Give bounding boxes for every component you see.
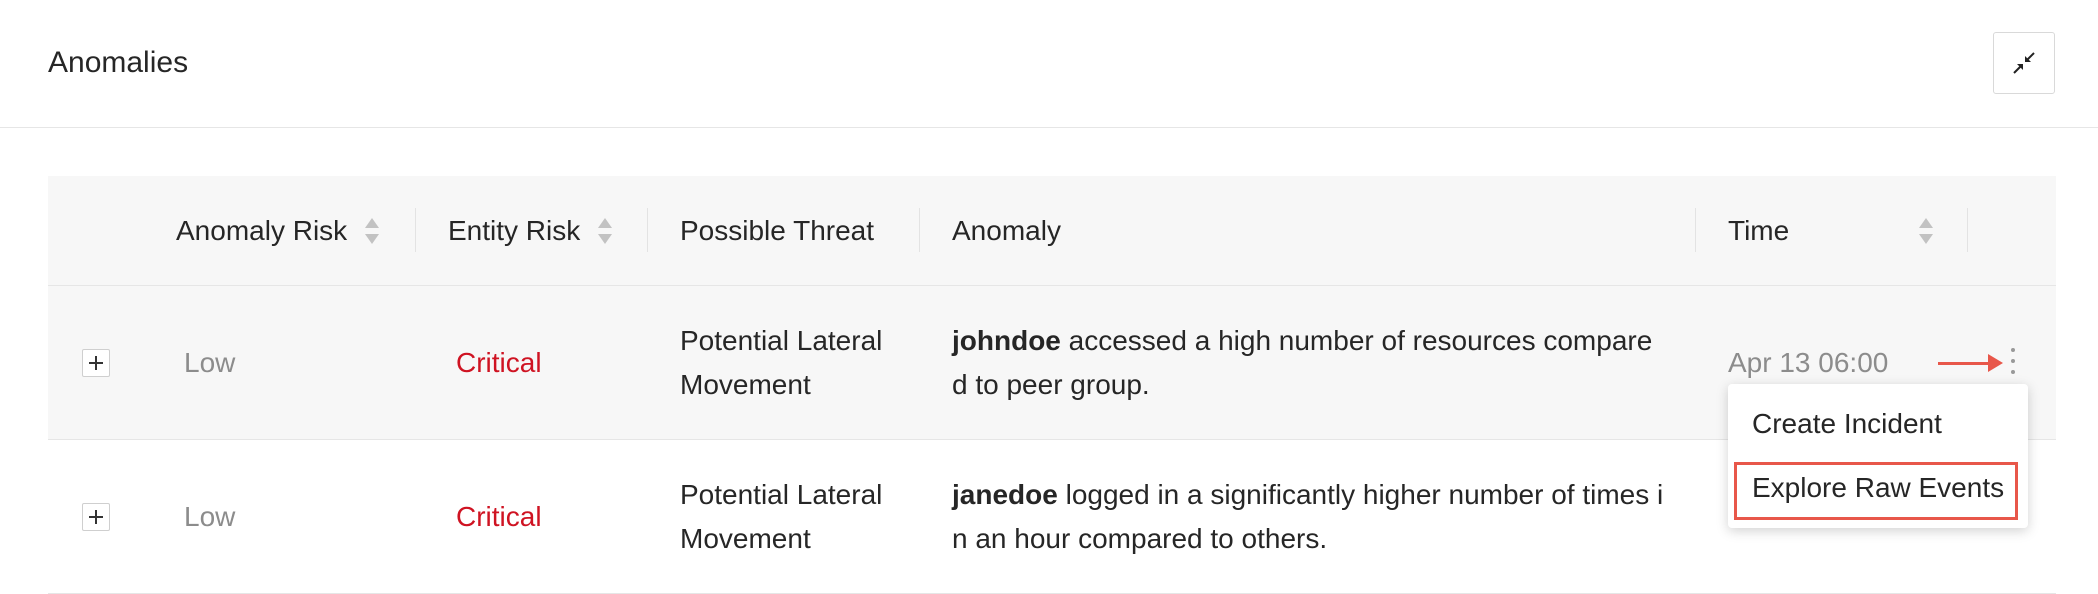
- threat-line: Potential Lateral: [680, 325, 883, 356]
- panel-header: Anomalies: [0, 0, 2098, 128]
- anomaly-description-cell: janedoe logged in a significantly higher…: [952, 473, 1722, 561]
- description-text: accessed a high number of resources comp…: [1060, 325, 1653, 356]
- column-header-time[interactable]: Time: [1728, 176, 1789, 286]
- time-cell: Apr 13 06:00: [1728, 347, 1889, 378]
- collapse-arrows-icon: [2013, 52, 2035, 74]
- column-divider: [1967, 208, 1968, 252]
- column-header-anomaly-risk[interactable]: Anomaly Risk: [176, 176, 380, 286]
- entity-risk-cell: Critical: [456, 501, 542, 532]
- row-actions-menu: Create Incident Explore Raw Events: [1728, 384, 2028, 528]
- threat-line: Potential Lateral: [680, 479, 883, 510]
- sort-icon[interactable]: [1919, 218, 1933, 244]
- column-header-label: Time: [1728, 215, 1790, 246]
- more-actions-icon[interactable]: [2008, 344, 2018, 378]
- threat-line: Movement: [680, 369, 811, 400]
- threat-line: Movement: [680, 523, 811, 554]
- possible-threat-cell: Potential Lateral Movement: [680, 319, 920, 407]
- sort-icon[interactable]: [365, 218, 380, 244]
- column-header-possible-threat: Possible Threat: [680, 176, 874, 286]
- column-header-label: Possible Threat: [680, 215, 875, 246]
- menu-item-explore-raw-events[interactable]: Explore Raw Events: [1752, 468, 2004, 508]
- column-divider: [415, 208, 416, 252]
- menu-item-create-incident[interactable]: Create Incident: [1752, 404, 1942, 444]
- column-header-label: Entity Risk: [448, 215, 581, 246]
- column-header-entity-risk[interactable]: Entity Risk: [448, 176, 613, 286]
- annotation-arrow-icon: [1938, 354, 2004, 372]
- entity-username: johndoe: [952, 325, 1061, 356]
- column-divider: [647, 208, 648, 252]
- anomaly-risk-cell: Low: [184, 347, 236, 378]
- anomaly-description-cell: johndoe accessed a high number of resour…: [952, 319, 1722, 407]
- panel-title: Anomalies: [48, 46, 189, 79]
- expand-row-button[interactable]: [82, 349, 110, 377]
- description-text: n an hour compared to others.: [952, 523, 1328, 554]
- table-header: Anomaly Risk Entity Risk Possible Threat…: [48, 176, 2056, 286]
- expand-row-button[interactable]: [82, 503, 110, 531]
- possible-threat-cell: Potential Lateral Movement: [680, 473, 920, 561]
- entity-username: janedoe: [952, 479, 1058, 510]
- sort-icon[interactable]: [598, 218, 613, 244]
- description-text: logged in a significantly higher number …: [1057, 479, 1664, 510]
- description-text: d to peer group.: [952, 369, 1150, 400]
- collapse-button[interactable]: [1993, 32, 2055, 94]
- column-header-label: Anomaly: [952, 215, 1061, 246]
- column-header-label: Anomaly Risk: [176, 215, 348, 246]
- entity-risk-cell: Critical: [456, 347, 542, 378]
- column-header-anomaly: Anomaly: [952, 176, 1061, 286]
- column-divider: [1695, 208, 1696, 252]
- anomaly-risk-cell: Low: [184, 501, 236, 532]
- column-divider: [919, 208, 920, 252]
